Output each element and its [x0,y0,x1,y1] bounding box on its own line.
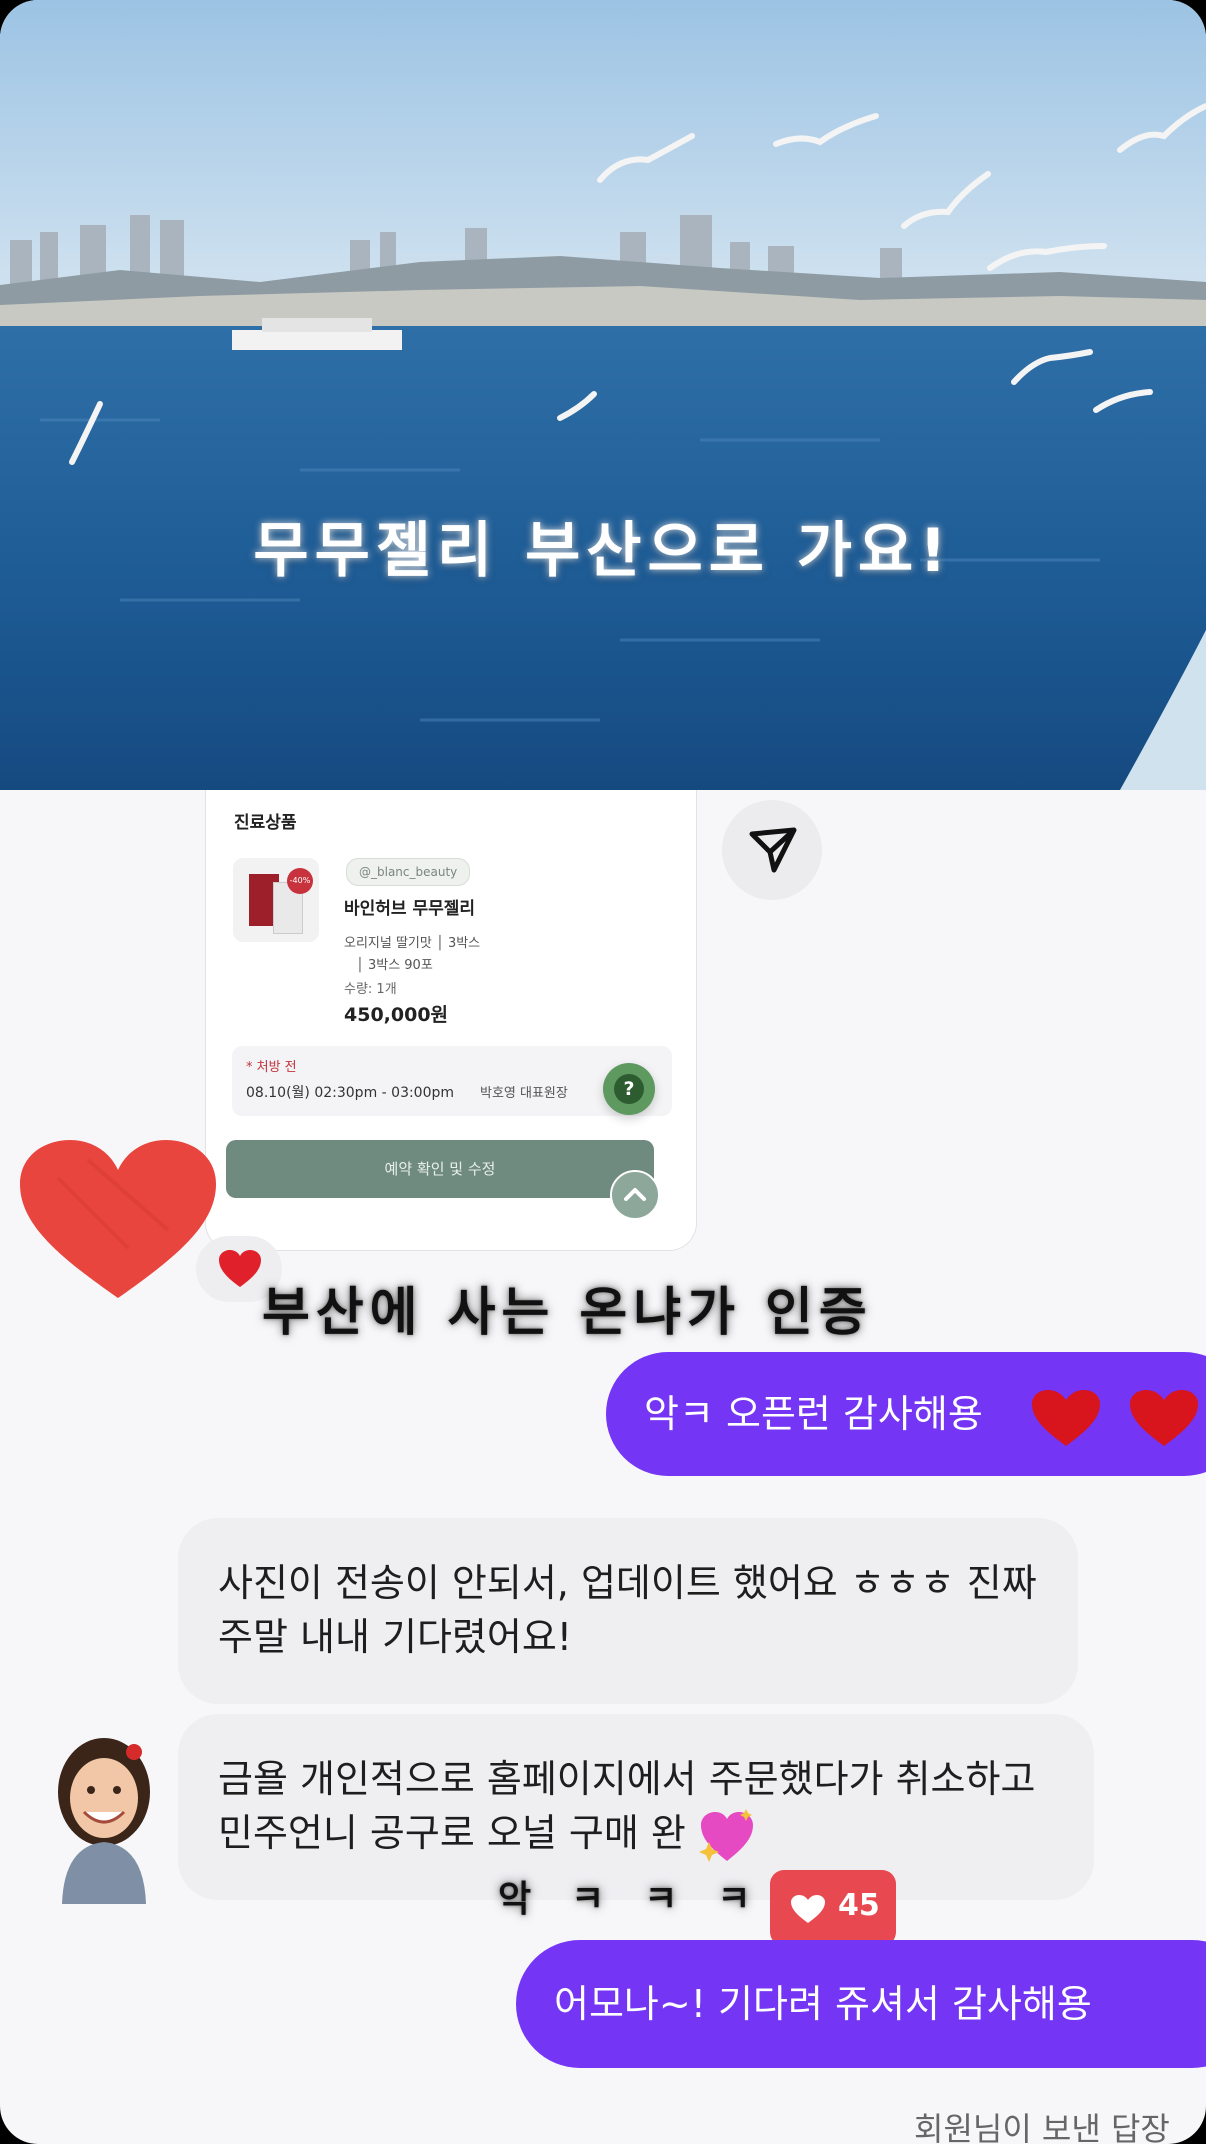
hero-photo: 무무젤리 부산으로 가요! [0,0,1206,790]
confirm-reservation-button[interactable]: 예약 확인 및 수정 [226,1140,654,1198]
doctor-name: 박호영 대표원장 [480,1086,568,1101]
product-thumbnail[interactable]: -40% [233,858,319,942]
outgoing-message: 어모나~! 기다려 쥬셔서 감사해용 [516,1940,1206,2068]
share-button[interactable] [722,800,822,900]
laugh-caption: 악ㅋㅋㅋ [498,1879,791,1920]
card-section-title: 진료상품 [234,813,297,833]
product-option-line1: 오리지널 딸기맛 │ 3박스 [344,936,481,951]
message-text: 사진이 전송이 안되서, 업데이트 했어요 ㅎㅎㅎ 진짜 주말 내내 기다렸어요… [218,1561,1037,1659]
sticker-caption: 부산에 사는 온냐가 인증 [262,1283,873,1343]
chevron-up-icon [624,1188,646,1201]
message-text: 어모나~! 기다려 쥬셔서 감사해용 [554,1982,1092,2026]
help-button[interactable]: ? [603,1063,655,1115]
sea-photo [0,0,1206,790]
product-quantity: 수량: 1개 [344,982,397,997]
question-icon: ? [614,1074,644,1104]
heart-icon [791,1895,825,1923]
message-text: 금욜 개인적으로 홈페이지에서 주문했다가 취소하고 민주언니 공구로 오널 구… [218,1757,1036,1855]
prescription-status: * 처방 전 [246,1060,297,1075]
appointment-time: 08.10(월) 02:30pm - 03:00pm [246,1085,455,1101]
order-card: 진료상품 -40% @_blanc_beauty 바인허브 무무젤리 오리지널 … [205,790,697,1251]
outgoing-message: 악ㅋ 오픈런 감사해용 [606,1352,1206,1476]
reply-note: 회원님이 보낸 답장 [914,2110,1170,2144]
sparkling-heart-icon [698,1808,753,1862]
product-price: 450,000원 [344,1004,449,1026]
product-option-line2: │ 3박스 90포 [356,958,433,973]
incoming-message: 사진이 전송이 안되서, 업데이트 했어요 ㅎㅎㅎ 진짜 주말 내내 기다렸어요… [178,1518,1078,1704]
red-heart-icon [219,1250,261,1287]
scroll-up-button[interactable] [610,1170,660,1220]
send-icon [749,827,797,873]
like-count-badge[interactable]: 45 [770,1870,896,1960]
red-hearts-emoji-icon [1032,1390,1198,1446]
hero-title: 무무젤리 부산으로 가요! [253,516,953,586]
message-text: 악ㅋ 오픈런 감사해용 [644,1392,983,1436]
seller-tag[interactable]: @_blanc_beauty [346,858,471,886]
sale-badge: -40% [287,868,313,894]
avatar[interactable] [44,1734,164,1904]
product-name[interactable]: 바인허브 무무젤리 [344,894,475,919]
story-frame: 무무젤리 부산으로 가요! 진료상품 -40% @_blanc_beauty 바… [0,0,1206,2144]
heart-sticker-icon [20,1140,216,1298]
like-count: 45 [838,1888,880,1923]
